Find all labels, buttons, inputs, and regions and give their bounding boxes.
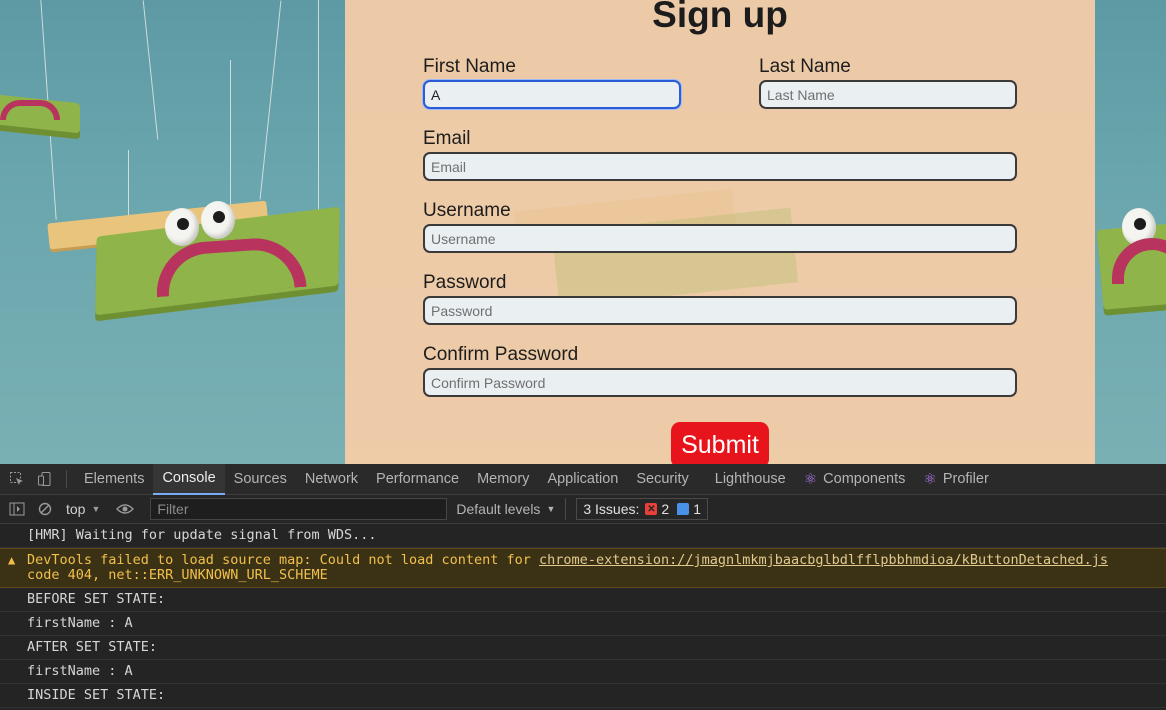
tab-label: Components [823, 471, 906, 487]
warning-text-line2: code 404, net::ERR_UNKNOWN_URL_SCHEME [27, 567, 328, 583]
tab-label: Network [304, 471, 359, 487]
last-name-input[interactable] [759, 80, 1017, 109]
inspect-element-icon[interactable] [6, 468, 28, 490]
hanging-string [142, 0, 159, 140]
log-levels-dropdown[interactable]: Default levels ▼ [456, 501, 555, 517]
devtools-tabs: Elements Console Sources Network Performance… [75, 463, 998, 495]
tab-label: Console [162, 470, 216, 486]
googly-eye [201, 201, 235, 239]
tab-network[interactable]: Network [296, 464, 367, 495]
source-map-link[interactable]: chrome-extension://jmagnlmkmjbaacbglbdlf… [539, 552, 1108, 568]
console-message: BEFORE SET STATE: [0, 588, 1166, 612]
tab-elements[interactable]: Elements [75, 464, 153, 495]
username-label: Username [423, 200, 511, 221]
confirm-password-input[interactable] [423, 368, 1017, 397]
caret-down-icon: ▼ [91, 504, 101, 514]
console-message: AFTER SET STATE: [0, 636, 1166, 660]
first-name-input[interactable] [423, 80, 681, 109]
email-label: Email [423, 128, 471, 149]
live-expression-eye-icon[interactable] [114, 498, 136, 520]
console-message: firstName : A [0, 612, 1166, 636]
tab-security[interactable]: Security [627, 464, 697, 495]
submit-button[interactable]: Submit [671, 422, 769, 464]
console-toolbar: top ▼ Default levels ▼ 3 Issues: ✕ 2 1 [0, 495, 1166, 524]
tab-label: Security [636, 471, 689, 487]
frown-mouth-left [0, 100, 60, 120]
hanging-string [259, 0, 282, 200]
tab-label: Sources [233, 471, 287, 487]
sidebar-toggle-icon[interactable] [6, 498, 28, 520]
react-icon: ⚛ [803, 471, 818, 488]
page-title: Sign up [652, 0, 788, 35]
tab-label: Elements [84, 471, 145, 487]
console-logs: BEFORE SET STATE: firstName : A AFTER SET … [0, 588, 1166, 708]
hanging-string [230, 60, 231, 220]
password-input[interactable] [423, 296, 1017, 325]
caret-down-icon: ▼ [546, 504, 556, 514]
tab-profiler[interactable]: ⚛ Profiler [914, 464, 997, 495]
console-message: firstName : A [0, 660, 1166, 684]
signup-card: Sign up First Name Last Name Email Usern… [345, 0, 1095, 464]
console-message: INSIDE SET STATE: [0, 684, 1166, 708]
tab-label: Application [547, 471, 619, 487]
console-warning: ▲ DevTools failed to load source map: Co… [0, 548, 1166, 588]
clear-console-icon[interactable] [34, 498, 56, 520]
tab-lighthouse[interactable]: Lighthouse [706, 464, 795, 495]
googly-eye [165, 208, 199, 246]
devtools-tabbar: Elements Console Sources Network Performance… [0, 463, 1166, 495]
tab-label: Profiler [942, 471, 989, 487]
tab-sources[interactable]: Sources [225, 464, 296, 495]
tab-application[interactable]: Application [538, 464, 627, 495]
page-viewport: Sign up First Name Last Name Email Usern… [0, 0, 1166, 464]
warning-icon: ▲ [8, 553, 16, 567]
confirm-password-label: Confirm Password [423, 344, 579, 365]
filter-input[interactable] [150, 498, 448, 520]
info-count: 1 [693, 501, 701, 517]
context-label: top [66, 501, 86, 517]
react-icon: ⚛ [923, 471, 937, 488]
issues-label: 3 Issues: [583, 501, 640, 517]
first-name-label: First Name [423, 56, 516, 77]
tab-label: Performance [376, 471, 460, 487]
tab-console[interactable]: Console [153, 463, 225, 495]
username-input[interactable] [423, 224, 1017, 253]
email-input[interactable] [423, 152, 1017, 181]
tab-performance[interactable]: Performance [367, 464, 468, 495]
tab-label: Lighthouse [714, 471, 786, 487]
device-toolbar-icon[interactable] [34, 468, 56, 490]
error-icon: ✕ [645, 503, 658, 515]
warning-text: DevTools failed to load source map: Coul… [27, 552, 540, 568]
last-name-label: Last Name [759, 56, 851, 77]
issues-indicator[interactable]: 3 Issues: ✕ 2 1 [565, 498, 708, 520]
error-count: 2 [661, 501, 670, 517]
tab-components[interactable]: ⚛ Components [795, 464, 915, 495]
console-message: [HMR] Waiting for update signal from WDS… [0, 524, 1166, 548]
log-levels-label: Default levels [456, 501, 541, 517]
tab-label: Memory [477, 471, 530, 487]
toolbar-separator [66, 470, 67, 488]
context-selector[interactable]: top ▼ [66, 501, 100, 517]
devtools-panel: Elements Console Sources Network Performance… [0, 463, 1166, 710]
password-label: Password [423, 272, 507, 293]
tab-memory[interactable]: Memory [468, 464, 538, 495]
console-output: [HMR] Waiting for update signal from WDS… [0, 524, 1166, 708]
info-message-icon [677, 503, 690, 515]
